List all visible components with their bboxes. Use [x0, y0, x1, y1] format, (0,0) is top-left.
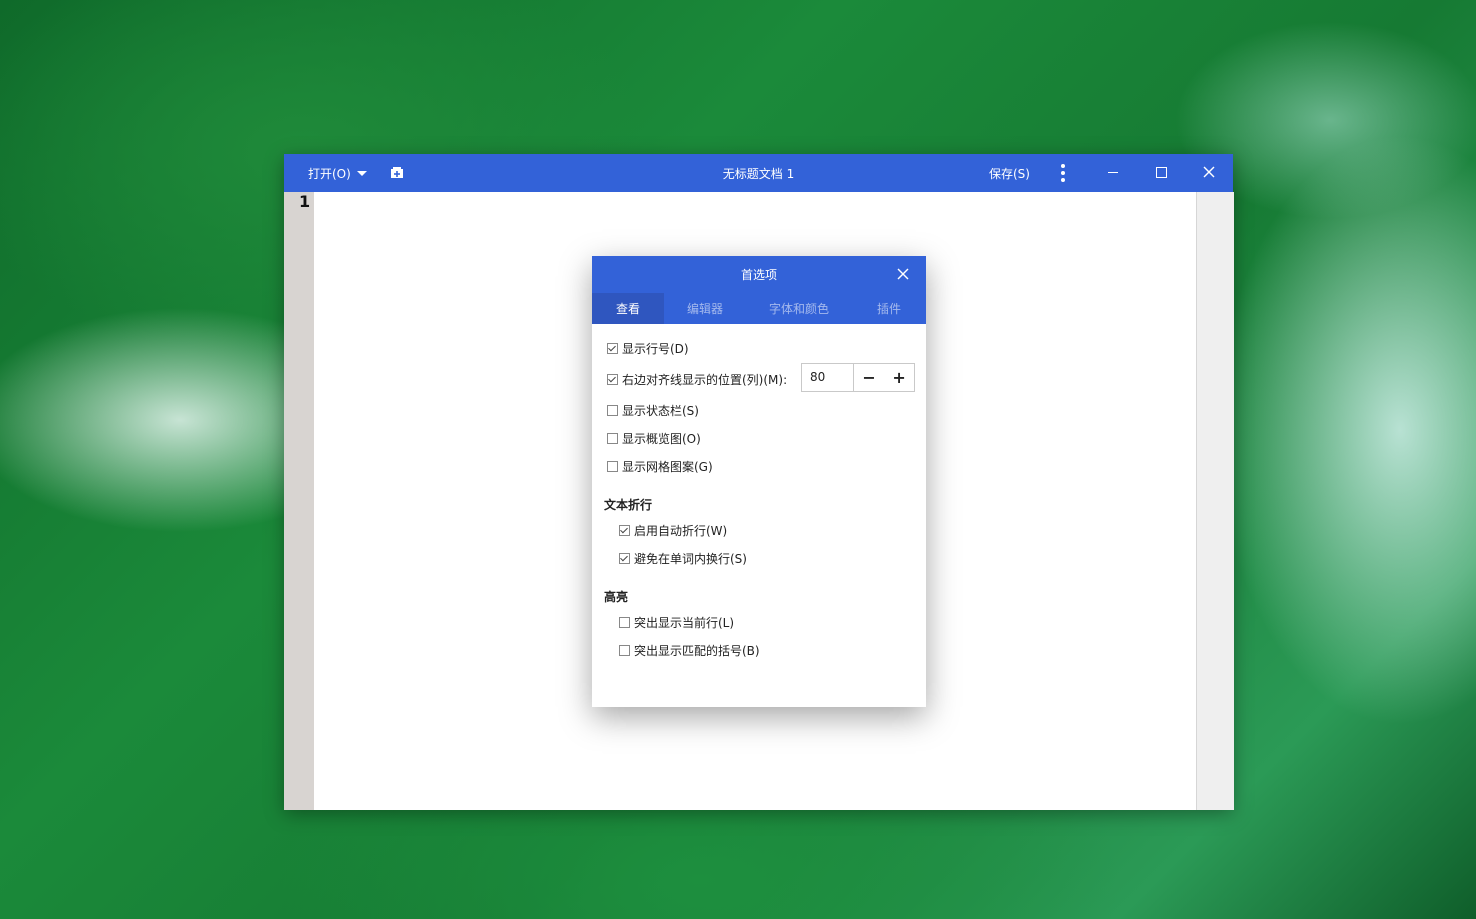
- right-margin-area: [1196, 192, 1234, 810]
- increment-button[interactable]: +: [884, 364, 914, 391]
- option-label: 显示概览图(O): [622, 432, 701, 446]
- document-title: 无标题文档 1: [722, 167, 795, 181]
- more-menu-icon[interactable]: [1060, 164, 1066, 182]
- checkbox[interactable]: [619, 617, 630, 628]
- tab-plugins[interactable]: 插件: [852, 293, 926, 324]
- line-number-gutter: [284, 192, 314, 810]
- option-label: 右边对齐线显示的位置(列)(M):: [622, 373, 788, 387]
- titlebar: 打开(O) 无标题文档 1 保存(S): [284, 154, 1233, 192]
- option-label: 突出显示匹配的括号(B): [634, 644, 760, 658]
- tab-view[interactable]: 查看: [592, 293, 664, 324]
- maximize-icon[interactable]: [1156, 167, 1167, 178]
- option-show-statusbar[interactable]: 显示状态栏(S): [607, 402, 699, 419]
- checkbox[interactable]: [607, 405, 618, 416]
- option-label: 突出显示当前行(L): [634, 616, 735, 630]
- minimize-icon[interactable]: [1108, 172, 1118, 173]
- option-label: 显示网格图案(G): [622, 460, 713, 474]
- preferences-dialog: 首选项 查看 编辑器 字体和颜色 插件 显示行号(D) 右边对齐线显示的位置(列…: [592, 256, 926, 707]
- save-button[interactable]: 保存(S): [989, 165, 1030, 182]
- checkbox[interactable]: [607, 461, 618, 472]
- dialog-header: 首选项 查看 编辑器 字体和颜色 插件: [592, 256, 926, 324]
- option-show-grid[interactable]: 显示网格图案(G): [607, 458, 713, 475]
- option-label: 启用自动折行(W): [634, 524, 728, 538]
- close-icon[interactable]: [1203, 166, 1215, 178]
- checkbox[interactable]: [607, 374, 618, 385]
- stepper-value[interactable]: 80: [802, 364, 855, 391]
- checkbox[interactable]: [619, 645, 630, 656]
- option-label: 显示行号(D): [622, 342, 689, 356]
- option-highlight-current-line[interactable]: 突出显示当前行(L): [619, 614, 734, 631]
- line-number: 1: [299, 192, 311, 211]
- tab-editor[interactable]: 编辑器: [664, 293, 746, 324]
- section-highlight: 高亮: [604, 590, 629, 604]
- option-highlight-brackets[interactable]: 突出显示匹配的括号(B): [619, 642, 760, 659]
- right-margin-stepper[interactable]: 80 − +: [801, 363, 915, 392]
- option-label: 避免在单词内换行(S): [634, 552, 747, 566]
- dialog-close-icon[interactable]: [897, 268, 909, 280]
- dialog-title: 首选项: [740, 268, 777, 282]
- checkbox[interactable]: [607, 433, 618, 444]
- option-show-overview[interactable]: 显示概览图(O): [607, 430, 701, 447]
- checkbox[interactable]: [619, 553, 630, 564]
- checkbox[interactable]: [619, 525, 630, 536]
- option-right-margin[interactable]: 右边对齐线显示的位置(列)(M):: [607, 371, 787, 388]
- option-label: 显示状态栏(S): [622, 404, 699, 418]
- section-text-wrap: 文本折行: [604, 498, 653, 512]
- decrement-button[interactable]: −: [854, 364, 884, 391]
- option-no-split-words[interactable]: 避免在单词内换行(S): [619, 550, 747, 567]
- tab-font-colors[interactable]: 字体和颜色: [746, 293, 852, 324]
- tab-bar: 查看 编辑器 字体和颜色 插件: [592, 293, 926, 324]
- checkbox[interactable]: [607, 343, 618, 354]
- option-enable-wrap[interactable]: 启用自动折行(W): [619, 522, 727, 539]
- option-show-line-numbers[interactable]: 显示行号(D): [607, 340, 689, 357]
